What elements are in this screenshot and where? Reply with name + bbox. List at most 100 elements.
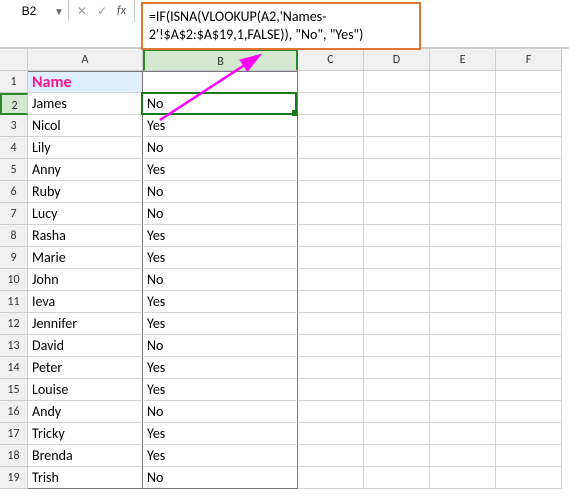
cell-result[interactable]: No bbox=[143, 181, 298, 203]
cell-name[interactable]: Trish bbox=[28, 467, 143, 489]
row-header[interactable]: 7 bbox=[0, 203, 28, 225]
cell-empty[interactable] bbox=[430, 401, 496, 423]
cell-result[interactable]: Yes bbox=[143, 423, 298, 445]
cell-empty[interactable] bbox=[298, 423, 364, 445]
cell-result[interactable]: Yes bbox=[143, 225, 298, 247]
cell-name[interactable]: David bbox=[28, 335, 143, 357]
cell-empty[interactable] bbox=[364, 203, 430, 225]
row-header[interactable]: 17 bbox=[0, 423, 28, 445]
cell-empty[interactable] bbox=[298, 335, 364, 357]
cell-empty[interactable] bbox=[496, 335, 562, 357]
header-name[interactable]: Name bbox=[28, 71, 143, 93]
row-header[interactable]: 8 bbox=[0, 225, 28, 247]
name-box-input[interactable] bbox=[4, 4, 54, 18]
cell-result[interactable]: No bbox=[143, 137, 298, 159]
cell-empty[interactable] bbox=[364, 159, 430, 181]
cell-result[interactable]: No bbox=[143, 203, 298, 225]
cell-name[interactable]: Nicol bbox=[28, 115, 143, 137]
cell-empty[interactable] bbox=[364, 379, 430, 401]
cell-empty[interactable] bbox=[430, 225, 496, 247]
cell-result[interactable]: Yes bbox=[143, 379, 298, 401]
cell-empty[interactable] bbox=[496, 93, 562, 115]
cell-empty[interactable] bbox=[496, 291, 562, 313]
cell-empty[interactable] bbox=[496, 181, 562, 203]
row-header[interactable]: 13 bbox=[0, 335, 28, 357]
cell-empty[interactable] bbox=[298, 225, 364, 247]
cell-empty[interactable] bbox=[430, 423, 496, 445]
row-header[interactable]: 16 bbox=[0, 401, 28, 423]
cell-empty[interactable] bbox=[364, 181, 430, 203]
cell-name[interactable]: Andy bbox=[28, 401, 143, 423]
row-header[interactable]: 10 bbox=[0, 269, 28, 291]
name-box[interactable]: ▼ bbox=[0, 0, 69, 22]
confirm-icon[interactable]: ✓ bbox=[97, 4, 107, 19]
cell-empty[interactable] bbox=[364, 423, 430, 445]
cell-result[interactable]: Yes bbox=[143, 247, 298, 269]
row-header[interactable]: 18 bbox=[0, 445, 28, 467]
fx-icon[interactable]: fx bbox=[117, 4, 126, 18]
cell-empty[interactable] bbox=[496, 313, 562, 335]
cell-empty[interactable] bbox=[298, 401, 364, 423]
formula-input[interactable]: =IF(ISNA(VLOOKUP(A2,'Names-2'!$A$2:$A$19… bbox=[141, 2, 421, 50]
row-header[interactable]: 1 bbox=[0, 71, 28, 93]
cell-empty[interactable] bbox=[298, 357, 364, 379]
header-result[interactable] bbox=[143, 71, 298, 93]
cell-name[interactable]: Ruby bbox=[28, 181, 143, 203]
cell-empty[interactable] bbox=[298, 159, 364, 181]
cell-empty[interactable] bbox=[298, 71, 364, 93]
cell-empty[interactable] bbox=[496, 445, 562, 467]
cell-result[interactable]: Yes bbox=[143, 291, 298, 313]
cell-result[interactable]: Yes bbox=[143, 313, 298, 335]
cell-empty[interactable] bbox=[496, 247, 562, 269]
cell-empty[interactable] bbox=[430, 159, 496, 181]
cell-empty[interactable] bbox=[298, 203, 364, 225]
cell-result[interactable]: Yes bbox=[143, 445, 298, 467]
cell-empty[interactable] bbox=[430, 445, 496, 467]
cell-name[interactable]: Ieva bbox=[28, 291, 143, 313]
cell-empty[interactable] bbox=[364, 445, 430, 467]
cell-empty[interactable] bbox=[364, 93, 430, 115]
cell-empty[interactable] bbox=[430, 93, 496, 115]
cell-empty[interactable] bbox=[298, 445, 364, 467]
cell-empty[interactable] bbox=[430, 203, 496, 225]
cell-result[interactable]: No bbox=[143, 269, 298, 291]
cell-empty[interactable] bbox=[298, 467, 364, 489]
cell-empty[interactable] bbox=[298, 269, 364, 291]
cell-empty[interactable] bbox=[298, 379, 364, 401]
cell-empty[interactable] bbox=[496, 137, 562, 159]
cell-name[interactable]: James bbox=[28, 93, 143, 115]
cell-empty[interactable] bbox=[364, 247, 430, 269]
select-all-corner[interactable] bbox=[0, 49, 28, 71]
cell-empty[interactable] bbox=[364, 357, 430, 379]
row-header[interactable]: 12 bbox=[0, 313, 28, 335]
cell-empty[interactable] bbox=[430, 291, 496, 313]
cell-empty[interactable] bbox=[430, 379, 496, 401]
cell-empty[interactable] bbox=[430, 269, 496, 291]
cell-empty[interactable] bbox=[364, 225, 430, 247]
cancel-icon[interactable]: ✕ bbox=[77, 4, 87, 19]
cell-empty[interactable] bbox=[496, 71, 562, 93]
cell-empty[interactable] bbox=[496, 115, 562, 137]
cell-empty[interactable] bbox=[364, 291, 430, 313]
row-header[interactable]: 3 bbox=[0, 115, 28, 137]
cell-empty[interactable] bbox=[496, 379, 562, 401]
cell-name[interactable]: Louise bbox=[28, 379, 143, 401]
cell-empty[interactable] bbox=[496, 269, 562, 291]
cell-empty[interactable] bbox=[364, 115, 430, 137]
row-header[interactable]: 11 bbox=[0, 291, 28, 313]
cell-empty[interactable] bbox=[364, 313, 430, 335]
cell-empty[interactable] bbox=[496, 159, 562, 181]
cell-empty[interactable] bbox=[364, 467, 430, 489]
cell-empty[interactable] bbox=[364, 71, 430, 93]
cell-empty[interactable] bbox=[496, 357, 562, 379]
cell-name[interactable]: Rasha bbox=[28, 225, 143, 247]
row-header[interactable]: 2 bbox=[0, 93, 28, 115]
cell-name[interactable]: Jennifer bbox=[28, 313, 143, 335]
cell-empty[interactable] bbox=[496, 423, 562, 445]
cell-empty[interactable] bbox=[430, 181, 496, 203]
cell-result[interactable]: No bbox=[143, 93, 298, 115]
cell-name[interactable]: Tricky bbox=[28, 423, 143, 445]
row-header[interactable]: 19 bbox=[0, 467, 28, 489]
cell-empty[interactable] bbox=[430, 313, 496, 335]
cell-result[interactable]: Yes bbox=[143, 357, 298, 379]
